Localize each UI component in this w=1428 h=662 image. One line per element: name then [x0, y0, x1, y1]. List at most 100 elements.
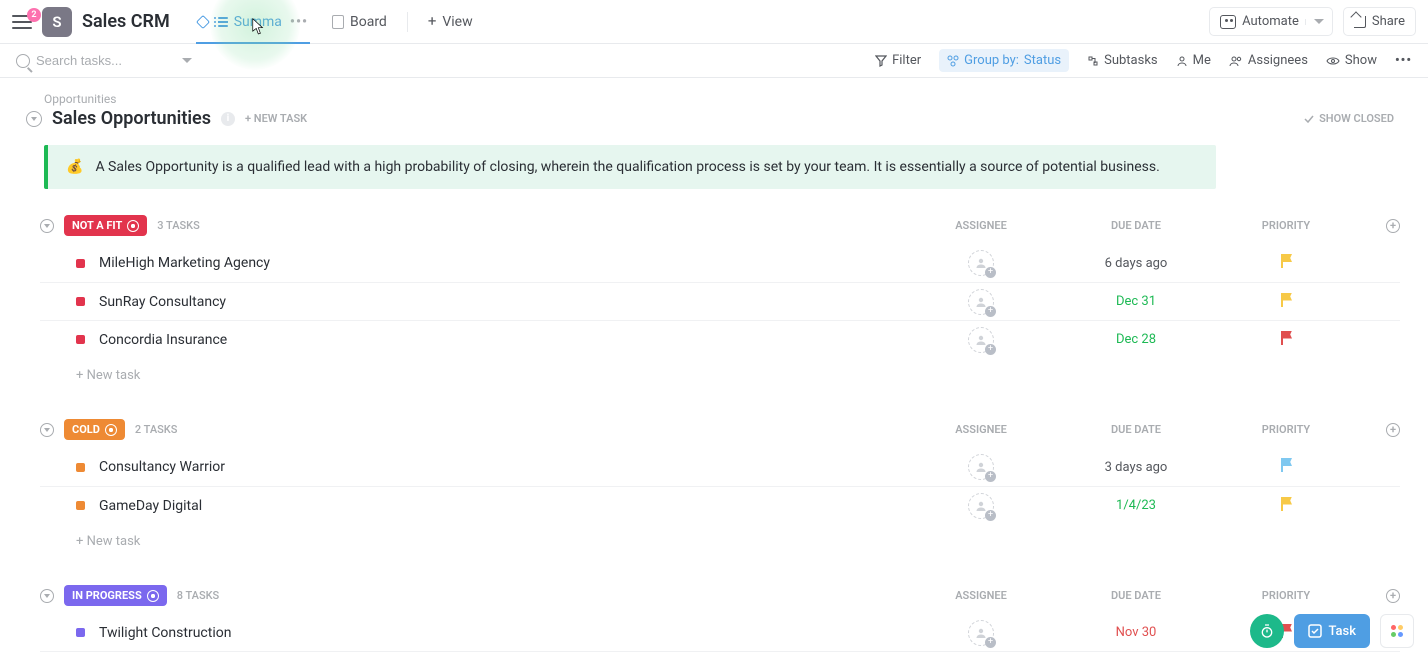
tab-options-icon[interactable]: •••	[290, 14, 308, 30]
more-options-icon[interactable]: •••	[1395, 53, 1412, 68]
assignee-placeholder[interactable]: +	[968, 250, 994, 276]
column-priority[interactable]: PRIORITY	[1246, 423, 1326, 436]
share-icon	[1354, 16, 1366, 28]
status-dot[interactable]	[76, 259, 85, 268]
new-task-row[interactable]: + New task	[40, 358, 1400, 383]
check-icon	[1303, 113, 1315, 125]
due-date[interactable]: Nov 30	[1086, 625, 1186, 640]
tab-board[interactable]: Board	[322, 6, 397, 38]
add-assignee-icon: +	[985, 510, 996, 521]
status-dot[interactable]	[76, 335, 85, 344]
due-date[interactable]: Dec 31	[1086, 294, 1186, 309]
assignee-placeholder[interactable]: +	[968, 289, 994, 315]
create-task-button[interactable]: Task	[1294, 614, 1370, 648]
search-input[interactable]	[36, 53, 176, 68]
column-assignee[interactable]: ASSIGNEE	[936, 589, 1026, 602]
add-assignee-icon: +	[985, 344, 996, 355]
task-row[interactable]: Twilight Construction + Nov 30	[40, 614, 1400, 652]
apps-icon	[1391, 625, 1403, 637]
list-icon	[214, 16, 228, 28]
subtasks-button[interactable]: Subtasks	[1087, 53, 1158, 68]
task-row[interactable]: Consultancy Warrior + 3 days ago	[40, 448, 1400, 486]
task-row[interactable]: SunRay Consultancy + Dec 31	[40, 282, 1400, 320]
column-priority[interactable]: PRIORITY	[1246, 219, 1326, 232]
collapse-group-icon[interactable]	[40, 423, 54, 437]
due-date[interactable]: 3 days ago	[1086, 460, 1186, 475]
add-assignee-icon: +	[985, 637, 996, 648]
top-bar: 2 S Sales CRM Summa ••• Board + View Aut…	[0, 0, 1428, 44]
search-dropdown[interactable]	[182, 58, 192, 64]
status-dot[interactable]	[76, 628, 85, 637]
assignee-placeholder[interactable]: +	[968, 620, 994, 646]
priority-cell[interactable]	[1246, 254, 1326, 272]
space-avatar[interactable]: S	[42, 7, 72, 37]
task-icon	[1308, 624, 1322, 638]
notification-badge: 2	[27, 8, 41, 22]
due-date[interactable]: 1/4/23	[1086, 498, 1186, 513]
add-column-button[interactable]: +	[1386, 219, 1400, 233]
new-task-row[interactable]: + New task	[40, 524, 1400, 549]
column-assignee[interactable]: ASSIGNEE	[936, 423, 1026, 436]
task-name: MileHigh Marketing Agency	[99, 255, 270, 271]
list-title: Sales Opportunities	[52, 108, 211, 129]
new-task-button[interactable]: + NEW TASK	[245, 112, 307, 125]
status-pill[interactable]: NOT A FIT	[64, 215, 147, 236]
money-bag-icon: 💰	[66, 159, 83, 175]
column-due-date[interactable]: DUE DATE	[1086, 423, 1186, 436]
subtasks-icon	[1087, 55, 1099, 67]
task-row[interactable]: MileHigh Marketing Agency + 6 days ago	[40, 244, 1400, 282]
priority-cell[interactable]	[1246, 458, 1326, 476]
add-column-button[interactable]: +	[1386, 589, 1400, 603]
breadcrumb[interactable]: Opportunities	[44, 92, 1400, 106]
priority-cell[interactable]	[1246, 293, 1326, 311]
status-dot[interactable]	[76, 501, 85, 510]
status-dot[interactable]	[76, 297, 85, 306]
assignee-placeholder[interactable]: +	[968, 454, 994, 480]
task-row[interactable]: GameDay Digital + 1/4/23	[40, 486, 1400, 524]
floating-buttons: Task	[1250, 614, 1414, 648]
column-priority[interactable]: PRIORITY	[1246, 589, 1326, 602]
assignees-button[interactable]: Assignees	[1229, 53, 1308, 68]
timer-button[interactable]	[1250, 614, 1284, 648]
show-button[interactable]: Show	[1326, 53, 1377, 68]
priority-cell[interactable]	[1246, 497, 1326, 515]
add-column-button[interactable]: +	[1386, 423, 1400, 437]
status-dot[interactable]	[76, 463, 85, 472]
info-icon[interactable]: i	[221, 112, 235, 126]
apps-button[interactable]	[1380, 614, 1414, 648]
collapse-list-icon[interactable]	[26, 111, 42, 127]
flag-icon	[1279, 254, 1293, 268]
filter-button[interactable]: Filter	[875, 53, 921, 68]
due-date[interactable]: Dec 28	[1086, 332, 1186, 347]
callout-text: A Sales Opportunity is a qualified lead …	[95, 159, 1159, 175]
plus-icon: +	[428, 14, 437, 29]
add-assignee-icon: +	[985, 306, 996, 317]
priority-cell[interactable]	[1246, 331, 1326, 349]
status-group: NOT A FIT 3 TASKS ASSIGNEE DUE DATE PRIO…	[40, 215, 1400, 383]
view-tabs: Summa ••• Board + View	[188, 6, 483, 38]
task-name: GameDay Digital	[99, 498, 202, 514]
column-due-date[interactable]: DUE DATE	[1086, 219, 1186, 232]
status-group: IN PROGRESS 8 TASKS ASSIGNEE DUE DATE PR…	[40, 585, 1400, 652]
groupby-button[interactable]: Group by: Status	[939, 49, 1069, 72]
column-assignee[interactable]: ASSIGNEE	[936, 219, 1026, 232]
column-due-date[interactable]: DUE DATE	[1086, 589, 1186, 602]
add-view-button[interactable]: + View	[418, 6, 483, 38]
show-closed-button[interactable]: SHOW CLOSED	[1303, 112, 1394, 125]
collapse-group-icon[interactable]	[40, 219, 54, 233]
due-date[interactable]: 6 days ago	[1086, 256, 1186, 271]
collapse-group-icon[interactable]	[40, 589, 54, 603]
status-pill[interactable]: IN PROGRESS	[64, 585, 167, 606]
person-icon	[1176, 55, 1188, 67]
task-row[interactable]: Concordia Insurance + Dec 28	[40, 320, 1400, 358]
menu-icon[interactable]: 2	[12, 15, 32, 29]
stopwatch-icon	[1259, 623, 1275, 639]
automate-dropdown[interactable]	[1305, 19, 1332, 25]
status-pill[interactable]: COLD	[64, 419, 125, 440]
assignee-placeholder[interactable]: +	[968, 327, 994, 353]
automate-button[interactable]: Automate	[1209, 7, 1333, 36]
share-button[interactable]: Share	[1343, 7, 1416, 36]
task-name: SunRay Consultancy	[99, 294, 226, 310]
assignee-placeholder[interactable]: +	[968, 493, 994, 519]
me-button[interactable]: Me	[1176, 53, 1211, 68]
